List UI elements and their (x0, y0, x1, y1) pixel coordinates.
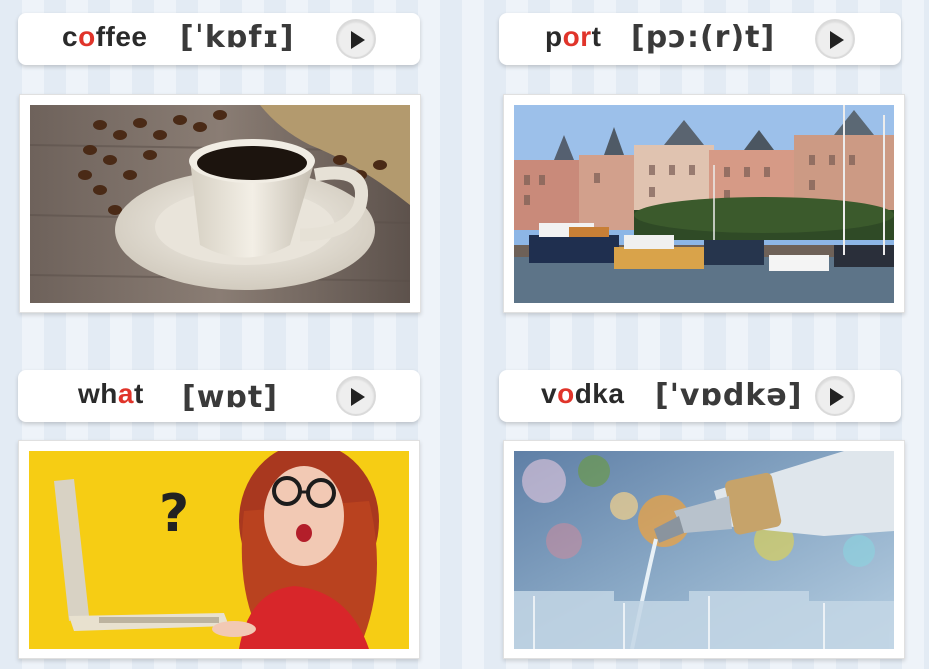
photo-frame (503, 94, 905, 313)
word-text: vodka (541, 378, 625, 409)
transcription: ['vɒdkə] (655, 378, 803, 413)
photo-frame (19, 94, 421, 313)
highlighted-letters: o (557, 378, 575, 409)
highlighted-letters: o (78, 21, 96, 52)
play-icon (830, 388, 844, 406)
word-bar: coffee [ˈkɒfɪ] (18, 13, 420, 65)
photo-frame (503, 440, 905, 659)
word-bar: what [wɒt] (18, 370, 420, 422)
harbor-port-photo (514, 105, 894, 303)
word-bar: port [pɔ:(r)t] (499, 13, 901, 65)
play-icon (830, 31, 844, 49)
highlighted-letters: or (562, 21, 592, 52)
surprised-woman-laptop-photo: ? (29, 451, 409, 649)
vodka-pouring-photo (514, 451, 894, 649)
transcription: [pɔ:(r)t] (631, 20, 776, 55)
transcription: [ˈkɒfɪ] (180, 20, 295, 55)
word-text: port (545, 21, 602, 52)
play-icon (351, 388, 365, 406)
play-icon (351, 31, 365, 49)
play-button[interactable] (815, 376, 855, 416)
svg-text:?: ? (159, 484, 189, 544)
word-text: what (78, 378, 144, 409)
play-button[interactable] (336, 19, 376, 59)
coffee-cup-photo (30, 105, 410, 303)
word-text: coffee (62, 21, 148, 52)
play-button[interactable] (815, 19, 855, 59)
word-bar: vodka ['vɒdkə] (499, 370, 901, 422)
play-button[interactable] (336, 376, 376, 416)
highlighted-letters: a (117, 378, 134, 409)
photo-frame: ? (18, 440, 420, 659)
transcription: [wɒt] (182, 380, 278, 415)
